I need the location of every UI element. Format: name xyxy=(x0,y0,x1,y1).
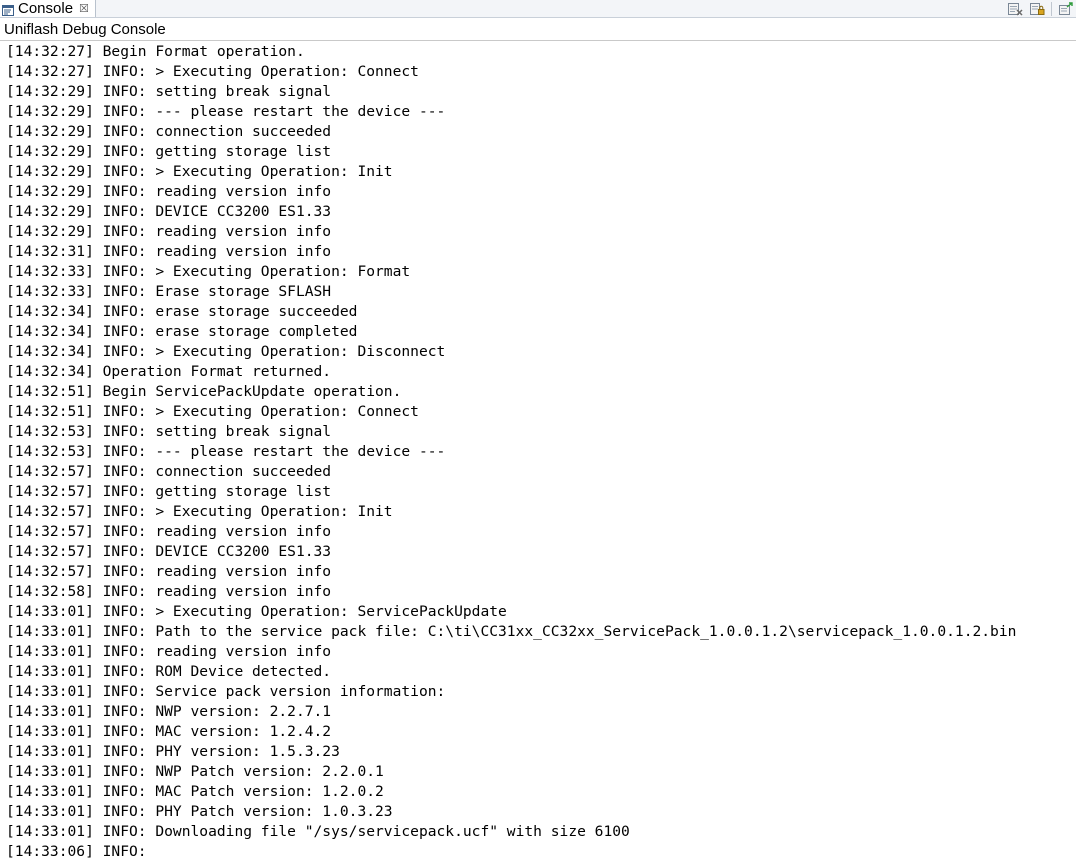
console-line: [14:32:57] INFO: connection succeeded xyxy=(6,463,332,480)
console-line: [14:32:29] INFO: --- please restart the … xyxy=(6,103,446,120)
console-output[interactable]: [14:32:27] Begin Format operation. [14:32… xyxy=(0,42,1076,866)
console-line: [14:32:34] Operation Format returned. xyxy=(6,363,332,380)
console-line: [14:32:34] INFO: erase storage succeeded xyxy=(6,303,358,320)
console-window: Console ☒ Uniflash Debug Console [14:32:… xyxy=(0,0,1076,866)
console-line: [14:32:53] INFO: --- please restart the … xyxy=(6,443,446,460)
console-line: [14:32:27] Begin Format operation. xyxy=(6,43,305,60)
console-line: [14:32:29] INFO: getting storage list xyxy=(6,143,332,160)
console-line: [14:32:27] INFO: > Executing Operation: … xyxy=(6,63,419,80)
console-line: [14:32:31] INFO: reading version info xyxy=(6,243,332,260)
close-icon[interactable]: ☒ xyxy=(79,0,89,17)
console-line: [14:32:51] INFO: > Executing Operation: … xyxy=(6,403,419,420)
console-line: [14:33:01] INFO: reading version info xyxy=(6,643,332,660)
console-line: [14:33:01] INFO: Path to the service pac… xyxy=(6,623,1017,640)
console-line: [14:33:01] INFO: NWP version: 2.2.7.1 xyxy=(6,703,332,720)
console-line: [14:32:33] INFO: Erase storage SFLASH xyxy=(6,283,332,300)
tab-console-label: Console xyxy=(18,0,74,17)
console-title-bar: Uniflash Debug Console xyxy=(0,18,1076,41)
console-line: [14:32:33] INFO: > Executing Operation: … xyxy=(6,263,411,280)
console-line: [14:33:01] INFO: MAC version: 1.2.4.2 xyxy=(6,723,332,740)
console-line: [14:32:34] INFO: > Executing Operation: … xyxy=(6,343,446,360)
clear-console-icon[interactable] xyxy=(1007,2,1023,16)
console-line: [14:32:57] INFO: getting storage list xyxy=(6,483,332,500)
console-line: [14:32:34] INFO: erase storage completed xyxy=(6,323,358,340)
console-icon xyxy=(2,3,14,16)
console-line: [14:33:01] INFO: MAC Patch version: 1.2.… xyxy=(6,783,384,800)
console-line: [14:33:01] INFO: Service pack version in… xyxy=(6,683,446,700)
console-line: [14:32:58] INFO: reading version info xyxy=(6,583,332,600)
console-line: [14:33:01] INFO: PHY Patch version: 1.0.… xyxy=(6,803,393,820)
console-line: [14:33:01] INFO: PHY version: 1.5.3.23 xyxy=(6,743,340,760)
console-line: [14:32:29] INFO: setting break signal xyxy=(6,83,332,100)
open-console-icon[interactable] xyxy=(1058,1,1074,16)
console-line: [14:32:29] INFO: DEVICE CC3200 ES1.33 xyxy=(6,203,332,220)
console-line: [14:33:01] INFO: > Executing Operation: … xyxy=(6,603,507,620)
scroll-lock-icon[interactable] xyxy=(1029,2,1045,16)
console-line: [14:32:29] INFO: connection succeeded xyxy=(6,123,332,140)
console-line: [14:33:06] INFO: xyxy=(6,843,147,860)
console-line: [14:32:57] INFO: DEVICE CC3200 ES1.33 xyxy=(6,543,332,560)
console-line: [14:32:57] INFO: reading version info xyxy=(6,523,332,540)
view-tab-bar: Console ☒ xyxy=(0,0,1076,18)
toolbar-separator xyxy=(1051,1,1052,16)
console-toolbar xyxy=(1007,0,1076,17)
console-line: [14:33:01] INFO: ROM Device detected. xyxy=(6,663,332,680)
console-line: [14:32:29] INFO: > Executing Operation: … xyxy=(6,163,393,180)
console-line: [14:33:01] INFO: Downloading file "/sys/… xyxy=(6,823,630,840)
console-line: [14:32:29] INFO: reading version info xyxy=(6,183,332,200)
console-line: [14:33:01] INFO: NWP Patch version: 2.2.… xyxy=(6,763,384,780)
console-line: [14:32:53] INFO: setting break signal xyxy=(6,423,332,440)
console-line: [14:32:51] Begin ServicePackUpdate opera… xyxy=(6,383,402,400)
console-line: [14:32:29] INFO: reading version info xyxy=(6,223,332,240)
tab-console[interactable]: Console ☒ xyxy=(0,0,96,17)
console-title: Uniflash Debug Console xyxy=(4,21,166,38)
console-line: [14:32:57] INFO: reading version info xyxy=(6,563,332,580)
console-line: [14:32:57] INFO: > Executing Operation: … xyxy=(6,503,393,520)
